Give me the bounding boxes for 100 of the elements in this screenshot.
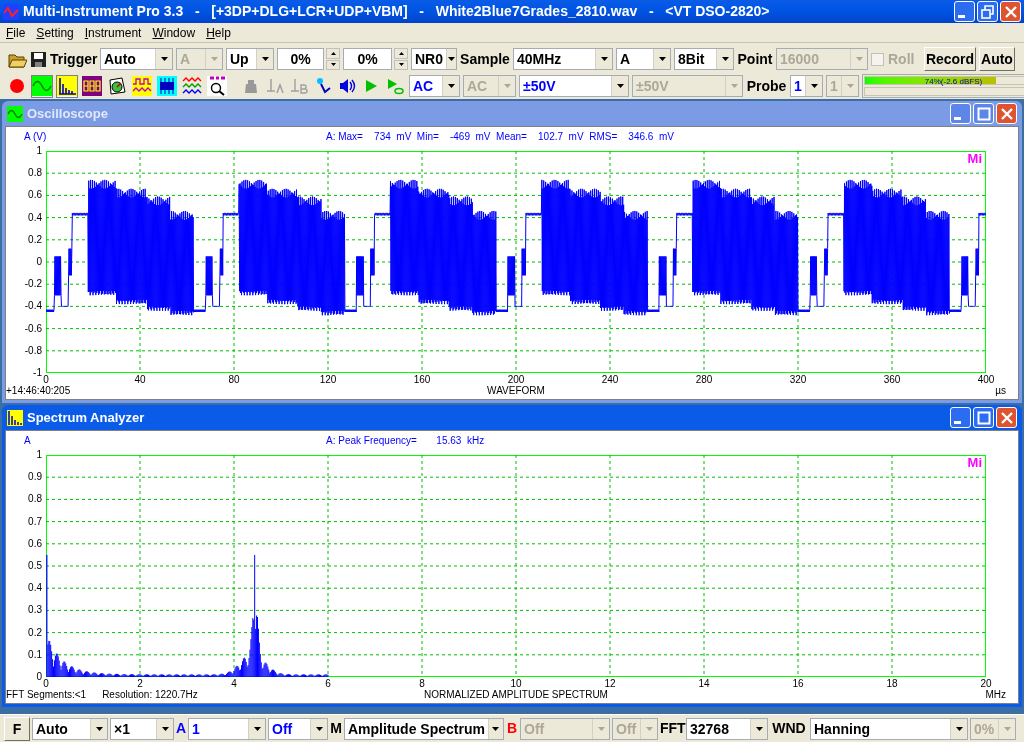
x-tick-label: 10	[509, 678, 523, 690]
up-arrow-icon	[330, 51, 336, 55]
y-tick-label: -0.8	[23, 344, 42, 357]
caret-icon	[955, 726, 963, 731]
caret-icon	[810, 84, 818, 88]
bar-chart-icon	[7, 409, 23, 426]
up-arrow-icon	[398, 51, 404, 55]
y-tick-label: 0.8	[27, 167, 42, 180]
y-tick-label: -1	[32, 367, 42, 379]
toolbar-button[interactable]: F	[4, 716, 30, 741]
dropdown[interactable]: Hanning	[810, 717, 968, 740]
caret-icon	[447, 84, 455, 88]
dropdown[interactable]: A	[616, 48, 671, 70]
caret-icon	[261, 57, 269, 61]
menu-item[interactable]: Instrument	[84, 23, 142, 42]
spin-field[interactable]: 0%	[343, 48, 392, 70]
close-icon	[1003, 4, 1018, 19]
spin-down-button[interactable]	[326, 59, 340, 70]
dropdown[interactable]: AC	[409, 75, 460, 97]
menu-item[interactable]: Help	[206, 23, 231, 42]
dropdown[interactable]: Up	[226, 48, 274, 70]
toolbar-label: WND	[771, 719, 807, 738]
dropdown[interactable]: ×1	[110, 717, 174, 740]
dropdown[interactable]: 8Bit	[674, 48, 734, 70]
maximize-button[interactable]	[973, 103, 994, 124]
caret-icon	[597, 726, 605, 731]
dropdown[interactable]: ±50V	[519, 75, 629, 97]
dropdown[interactable]: Amplitude Spectrum	[344, 717, 504, 740]
dropdown[interactable]: Off	[268, 717, 328, 740]
y-tick-label: 0	[35, 671, 42, 683]
close-button[interactable]	[996, 103, 1017, 124]
minimize-icon	[954, 117, 961, 120]
minimize-button[interactable]	[950, 103, 971, 124]
y-tick-label: 0.4	[27, 211, 42, 224]
dropdown[interactable]: 1	[188, 717, 266, 740]
sine-wave-icon	[32, 76, 52, 96]
toolbar-label: B	[506, 719, 518, 738]
y-tick-label: 0.6	[27, 537, 42, 550]
toolbar-label: Sample	[460, 49, 510, 69]
y-tick-label: 0.2	[27, 233, 42, 246]
caret-icon	[855, 57, 863, 61]
restore-button[interactable]	[977, 1, 998, 22]
x-tick-label: 200	[506, 374, 526, 386]
y-tick-label: 0	[35, 256, 42, 268]
toolbar-label: FFT	[660, 719, 684, 738]
instrument-button[interactable]	[106, 74, 128, 98]
logo-mark: Mi	[967, 152, 982, 165]
x-tick-label: 0	[42, 678, 50, 690]
axis-unit: µs	[994, 385, 1006, 397]
y-tick-label: 0.1	[27, 648, 42, 661]
y-tick-label: 0.4	[27, 582, 42, 595]
minimize-button[interactable]	[954, 1, 975, 22]
spin-down-button[interactable]	[394, 59, 408, 70]
maximize-button[interactable]	[973, 407, 994, 428]
dropdown[interactable]: 40MHz	[513, 48, 613, 70]
menu-item[interactable]: File	[6, 23, 26, 42]
instrument-button[interactable]	[81, 74, 103, 98]
y-tick-label: 0.6	[27, 189, 42, 202]
x-tick-label: 18	[885, 678, 899, 690]
footer-text: FFT Segments:<1	[6, 689, 87, 701]
down-arrow-icon	[330, 63, 336, 67]
pin-icon	[314, 77, 332, 95]
y-tick-label: 0.9	[27, 471, 42, 484]
toolbar-button[interactable]: Auto	[979, 47, 1015, 71]
x-tick-label: 80	[227, 374, 241, 386]
caret-icon	[721, 57, 729, 61]
toolbar-label: M	[330, 719, 342, 738]
caret-icon	[1003, 726, 1011, 731]
x-tick-label: 0	[42, 374, 50, 386]
axis-unit: MHz	[984, 689, 1006, 701]
spin-field[interactable]: 0%	[277, 48, 324, 70]
menu-item[interactable]: Window	[152, 23, 196, 42]
cursor-a-icon	[266, 77, 284, 95]
close-button[interactable]	[1000, 1, 1021, 22]
toolbar-button[interactable]: Record	[924, 47, 976, 71]
dropdown[interactable]: NR0	[411, 48, 457, 70]
instrument-button[interactable]	[206, 74, 228, 98]
channel-label: A (V)	[24, 130, 47, 144]
device-test-icon	[157, 76, 177, 96]
y-tick-label: 0.2	[27, 626, 42, 639]
minimize-button[interactable]	[950, 407, 971, 428]
dropdown[interactable]: 32768	[686, 717, 768, 740]
caret-icon	[95, 726, 103, 731]
spin-up-button[interactable]	[326, 48, 340, 59]
instrument-button[interactable]	[56, 74, 78, 98]
multi-wave-icon	[182, 76, 202, 96]
spin-up-button[interactable]	[394, 48, 408, 59]
x-tick-label: 280	[694, 374, 714, 386]
dropdown[interactable]: 1	[790, 75, 823, 97]
close-button[interactable]	[996, 407, 1017, 428]
caret-icon	[616, 84, 624, 88]
dropdown[interactable]: Auto	[32, 717, 108, 740]
menu-item[interactable]: Setting	[36, 23, 74, 42]
maximize-icon	[976, 106, 991, 121]
instrument-button[interactable]	[156, 74, 178, 98]
x-tick-label: 160	[412, 374, 432, 386]
window-title: Oscilloscope	[27, 104, 109, 123]
y-tick-label: 0.7	[27, 515, 42, 528]
restore-icon	[980, 4, 995, 19]
dropdown[interactable]: Auto	[100, 48, 173, 70]
